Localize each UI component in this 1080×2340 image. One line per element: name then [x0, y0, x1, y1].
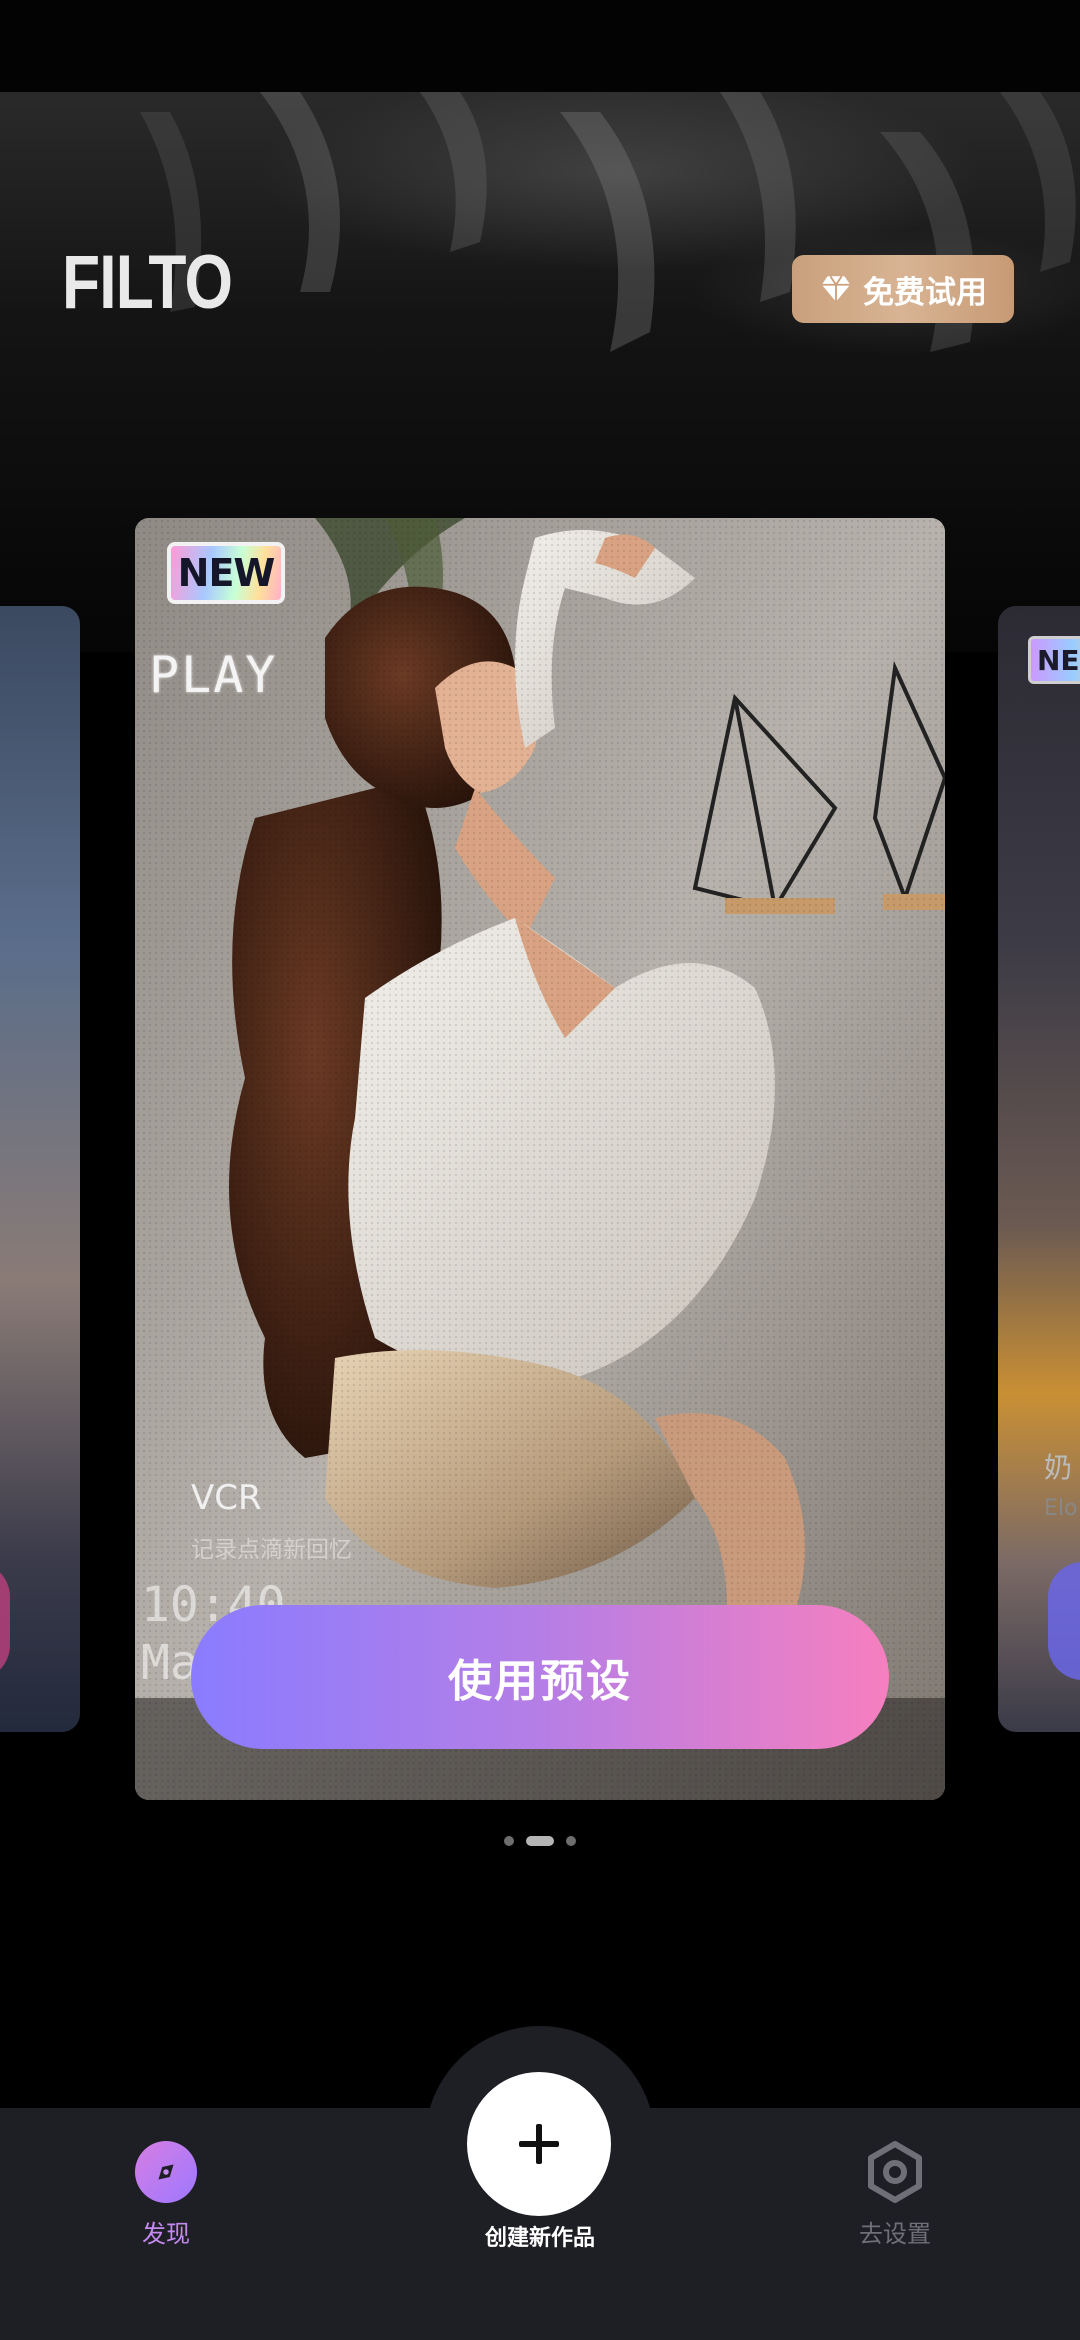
- preset-name-peek: 奶: [1044, 1451, 1073, 1484]
- vcr-play-label: PLAY: [149, 646, 278, 704]
- compass-icon: [135, 2141, 197, 2203]
- free-trial-label: 免费试用: [863, 274, 987, 311]
- app-logo: FILTO: [62, 240, 233, 325]
- create-new-label: 创建新作品: [484, 2226, 595, 2251]
- free-trial-button[interactable]: 免费试用: [792, 255, 1014, 323]
- tab-settings-label: 去设置: [859, 2220, 931, 2248]
- preset-desc-peek: Elo: [1044, 1496, 1078, 1521]
- screen: FILTO 免费试用 NE 奶 Elo NEW PLAY VCR 记录点滴新回忆…: [0, 0, 1080, 2340]
- preset-card-next[interactable]: NE 奶 Elo: [998, 606, 1080, 1732]
- gear-icon: [868, 2141, 922, 2203]
- plus-icon: [519, 2124, 559, 2164]
- create-new-button[interactable]: [467, 2072, 611, 2216]
- tab-discover-label: 发现: [142, 2220, 190, 2248]
- preset-description: 记录点滴新回忆: [191, 1537, 352, 1563]
- preset-card-previous[interactable]: [0, 606, 80, 1732]
- carousel-pager: [0, 1834, 1080, 1848]
- use-preset-button[interactable]: 使用预设: [191, 1605, 889, 1749]
- pager-dot-active[interactable]: [526, 1836, 554, 1846]
- use-preset-button-peek: [1048, 1562, 1080, 1680]
- new-badge: NE: [1028, 636, 1080, 684]
- use-preset-button-peek: [0, 1562, 10, 1680]
- new-badge: NEW: [167, 542, 285, 604]
- tab-settings[interactable]: 去设置: [795, 2140, 995, 2249]
- status-bar: [0, 0, 1080, 92]
- pager-dot[interactable]: [566, 1836, 576, 1846]
- preset-name: VCR: [191, 1478, 262, 1518]
- tab-discover[interactable]: 发现: [66, 2140, 266, 2249]
- pager-dot[interactable]: [504, 1836, 514, 1846]
- diamond-icon: [821, 275, 851, 302]
